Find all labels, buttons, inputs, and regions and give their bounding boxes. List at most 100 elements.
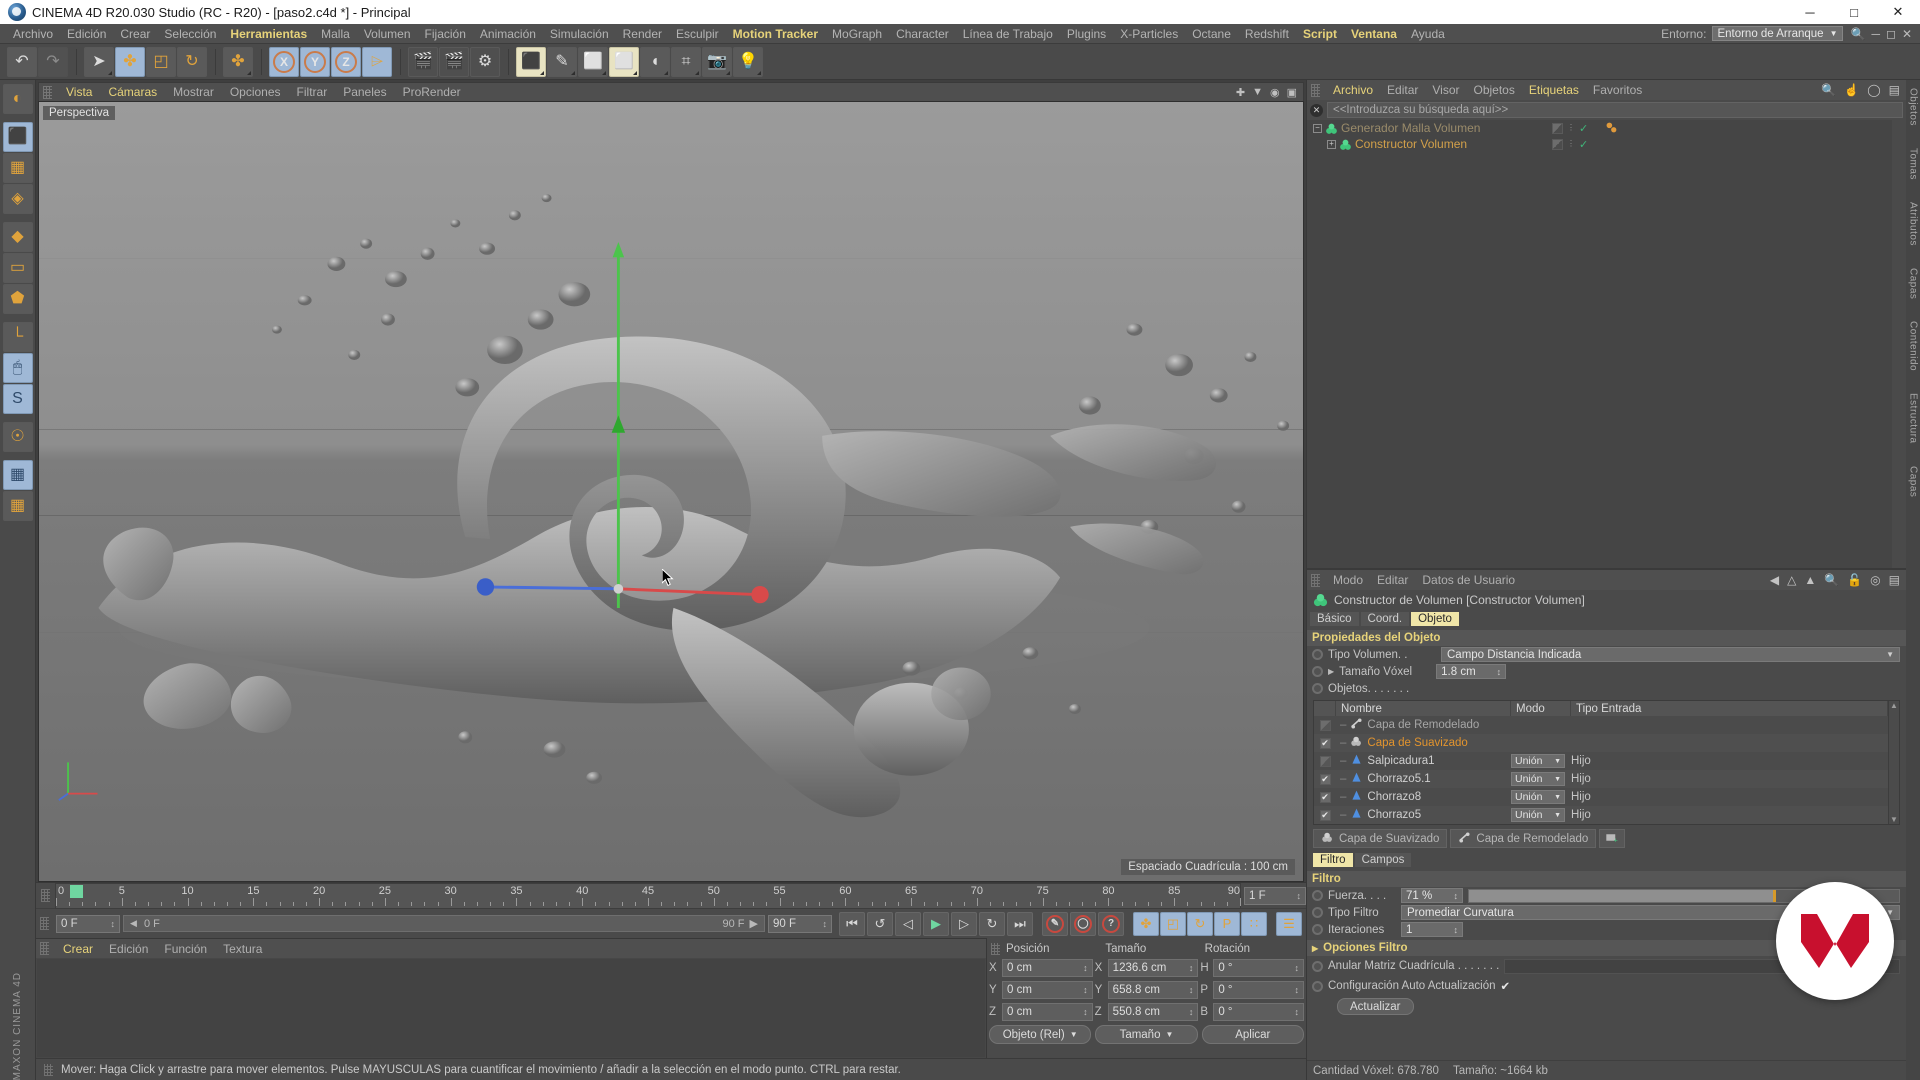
tree-expander-icon[interactable]: − — [1313, 123, 1322, 133]
lock-y-axis-button[interactable]: Y — [300, 46, 330, 77]
attribute-tab-b-sico[interactable]: Básico — [1310, 612, 1359, 626]
objmgr-menu-editar[interactable]: Editar — [1380, 83, 1425, 97]
stepper-icon[interactable]: ↕ — [1295, 1007, 1300, 1017]
coord-size-dropdown[interactable]: Tamaño ▼ — [1095, 1025, 1198, 1044]
stepper-icon[interactable]: ↕ — [1189, 1007, 1194, 1017]
snap-magnet-button[interactable]: ☉ — [2, 422, 33, 452]
objmgr-menu-objetos[interactable]: Objetos — [1467, 83, 1522, 97]
panel-grip-icon[interactable] — [40, 917, 49, 930]
attrmgr-menu-datos-de-usuario[interactable]: Datos de Usuario — [1415, 573, 1522, 587]
add-primitive-button[interactable]: ⬛ — [516, 46, 546, 77]
world-axis-button[interactable]: ✤ — [223, 46, 253, 77]
move-view-icon[interactable]: ✚ — [1236, 86, 1245, 99]
menu-item-redshift[interactable]: Redshift — [1238, 24, 1296, 44]
render-settings-button[interactable]: ⚙ — [470, 46, 500, 77]
row-mode-dropdown[interactable]: Unión ▼ — [1511, 772, 1565, 786]
row-enable-checkbox[interactable]: ✔ — [1319, 809, 1331, 821]
next-keyframe-button[interactable]: ↻ — [979, 911, 1005, 936]
coord-rotation-field-b[interactable]: 0 ° ↕ — [1213, 1003, 1305, 1021]
coord-size-field-y[interactable]: 658.8 cm ↕ — [1107, 981, 1199, 999]
menu-item-volumen[interactable]: Volumen — [357, 24, 418, 44]
step-back-button[interactable]: ◁ — [895, 911, 921, 936]
menu-item-edici-n[interactable]: Edición — [60, 24, 113, 44]
menu-item-crear[interactable]: Crear — [113, 24, 157, 44]
object-tree[interactable]: − Generador Malla Volumen + Constructor Vol… — [1307, 120, 1906, 568]
stepper-icon[interactable]: ↕ — [1497, 667, 1502, 677]
scale-view-icon[interactable]: ▼ — [1252, 86, 1263, 99]
scroll-up-icon[interactable]: ▲ — [1890, 701, 1898, 710]
search-icon[interactable]: 🔍 — [1821, 83, 1836, 97]
viewport-menu-opciones[interactable]: Opciones — [222, 85, 289, 99]
menu-item-ayuda[interactable]: Ayuda — [1404, 24, 1452, 44]
row-enable-checkbox[interactable]: ✔ — [1319, 737, 1331, 749]
point-mode-button[interactable]: ◆ — [2, 222, 33, 252]
panel-grip-icon[interactable] — [1311, 83, 1320, 97]
stepper-icon[interactable]: ↕ — [111, 919, 116, 929]
attrmgr-menu-editar[interactable]: Editar — [1370, 573, 1415, 587]
stepper-icon[interactable]: ↕ — [1083, 1007, 1088, 1017]
material-list-area[interactable] — [37, 959, 985, 1057]
menu-item-ventana[interactable]: Ventana — [1344, 24, 1404, 44]
attribute-tab-coord-[interactable]: Coord. — [1360, 612, 1410, 626]
deformers-button[interactable]: ◖ — [640, 46, 670, 77]
array-button[interactable]: ⬜ — [609, 46, 639, 77]
maximize-view-icon[interactable]: ▣ — [1287, 86, 1297, 99]
edge-tab-atributos[interactable]: Atributos — [1908, 202, 1919, 246]
edge-tab-capas[interactable]: Capas — [1908, 268, 1919, 299]
undo-button[interactable]: ↶ — [7, 46, 37, 77]
filter-tab-filtro[interactable]: Filtro — [1313, 853, 1353, 867]
edge-mode-button[interactable]: ▭ — [2, 253, 33, 283]
search-icon[interactable]: 🔍 — [1851, 27, 1866, 41]
table-row[interactable]: ✔ – Chorrazo8 Unión ▼ Hijo — [1314, 788, 1888, 806]
step-forward-button[interactable]: ▷ — [951, 911, 977, 936]
planar-workplane-button[interactable]: ▦ — [2, 491, 33, 521]
objmgr-menu-favoritos[interactable]: Favoritos — [1586, 83, 1649, 97]
object-tree-item[interactable]: + Constructor Volumen — [1307, 136, 1552, 152]
edge-tab-objetos[interactable]: Objetos — [1908, 88, 1919, 126]
animate-toggle-icon[interactable] — [1312, 890, 1323, 901]
objmgr-menu-visor[interactable]: Visor — [1425, 83, 1466, 97]
animate-toggle-icon[interactable] — [1312, 960, 1323, 972]
edge-tab-estructura[interactable]: Estructura — [1908, 393, 1919, 444]
menu-item-esculpir[interactable]: Esculpir — [669, 24, 726, 44]
rotate-view-icon[interactable]: ◉ — [1270, 86, 1280, 99]
close-icon[interactable]: ✕ — [1310, 103, 1323, 117]
lock-z-axis-button[interactable]: Z — [331, 46, 361, 77]
material-menu-crear[interactable]: Crear — [55, 942, 101, 956]
object-tree-item[interactable]: − Generador Malla Volumen — [1307, 120, 1552, 136]
lock-x-axis-button[interactable]: X — [269, 46, 299, 77]
material-menu-funci-n[interactable]: Función — [156, 942, 215, 956]
record-keyframe-button[interactable]: ✎ — [1042, 911, 1068, 936]
lock-workplane-button[interactable]: ▦ — [2, 460, 33, 490]
maximize-button[interactable]: □ — [1832, 0, 1876, 24]
attrmgr-menu-modo[interactable]: Modo — [1326, 573, 1370, 587]
stepper-icon[interactable]: ↕ — [1189, 963, 1194, 973]
stepper-icon[interactable]: ↕ — [1454, 891, 1459, 901]
viewport-menu-filtrar[interactable]: Filtrar — [289, 85, 336, 99]
parameter-key-button[interactable]: P — [1214, 911, 1240, 936]
menu-item-character[interactable]: Character — [889, 24, 956, 44]
coord-position-field-y[interactable]: 0 cm ↕ — [1002, 981, 1093, 999]
animate-toggle-icon[interactable] — [1312, 924, 1323, 935]
target-icon[interactable]: ◎ — [1870, 573, 1880, 587]
menu-item-plugins[interactable]: Plugins — [1060, 24, 1113, 44]
previous-keyframe-button[interactable]: ↺ — [867, 911, 893, 936]
animate-toggle-icon[interactable] — [1312, 649, 1323, 660]
timeline-toggle-button[interactable]: ☰ — [1276, 911, 1302, 936]
coord-mode-dropdown[interactable]: Objeto (Rel) ▼ — [989, 1025, 1092, 1044]
edge-tab-capas[interactable]: Capas — [1908, 466, 1919, 497]
strength-field[interactable]: 71 % ↕ — [1401, 888, 1463, 903]
scene-floor-button[interactable]: ⌗ — [671, 46, 701, 77]
model-mode-button[interactable]: ⬛ — [2, 122, 33, 152]
perspective-viewport[interactable]: Perspectiva Espaciado Cuadrícula : 100 c… — [38, 101, 1304, 882]
home-icon[interactable]: ☝ — [1844, 83, 1859, 97]
redo-button[interactable]: ↷ — [38, 46, 68, 77]
tree-expander-icon[interactable]: + — [1327, 139, 1336, 149]
visibility-dots-icon[interactable]: ⋮ — [1567, 124, 1575, 132]
search-icon[interactable]: 🔍 — [1824, 573, 1839, 587]
edge-tab-tomas[interactable]: Tomas — [1908, 148, 1919, 180]
table-row[interactable]: ✔ – Chorrazo5 Unión ▼ Hijo — [1314, 806, 1888, 824]
soft-selection-button[interactable]: S — [2, 384, 33, 414]
scale-key-button[interactable]: ◰ — [1160, 911, 1186, 936]
panel-grip-icon[interactable] — [991, 943, 1000, 955]
